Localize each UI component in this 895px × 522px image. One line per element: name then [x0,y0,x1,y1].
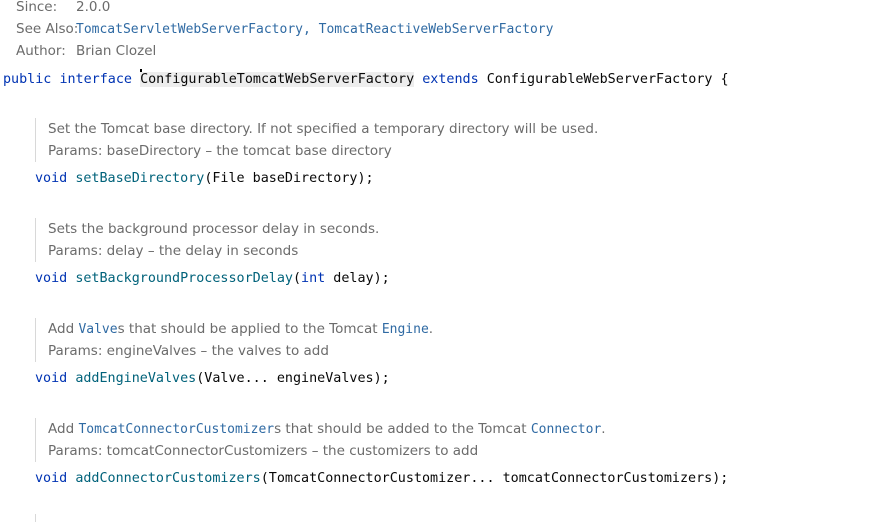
javadoc-add-connector-customizers: Add TomcatConnectorCustomizers that shou… [35,418,606,462]
javadoc-params: Params: delay – the delay in seconds [48,243,299,259]
javadoc-params: Params: tomcatConnectorCustomizers – the… [48,443,479,459]
method-set-base-directory[interactable]: void setBaseDirectory(File baseDirectory… [35,169,374,189]
method-args: (File baseDirectory); [204,171,374,186]
javadoc-link-tomcat-connector-customizer[interactable]: TomcatConnectorCustomizer [78,422,274,437]
author-row: Author: Brian Clozel [16,41,156,61]
method-args-int-keyword: int [301,271,326,286]
javadoc-link-engine[interactable]: Engine [382,322,429,337]
since-row: Since: 2.0.0 [16,0,110,17]
see-also-link-servlet-factory[interactable]: TomcatServletWebServerFactory [76,22,303,37]
javadoc-text: Add [48,421,79,437]
interface-name[interactable]: ConfigurableTomcatWebServerFactory [140,72,415,87]
keyword-public: public [3,72,52,87]
javadoc-add-engine-valves: Add Valves that should be applied to the… [35,318,433,362]
javadoc-link-valve[interactable]: Valve [78,322,117,337]
method-add-connector-customizers[interactable]: void addConnectorCustomizers(TomcatConne… [35,469,728,489]
return-type: void [35,171,68,186]
javadoc-next-partial [35,514,48,522]
parent-interface-name[interactable]: ConfigurableWebServerFactory [487,72,713,87]
javadoc-params: Params: engineValves – the valves to add [48,343,329,359]
method-name[interactable]: setBackgroundProcessorDelay [75,271,293,286]
javadoc-description: Sets the background processor delay in s… [48,221,380,237]
javadoc-description: Set the Tomcat base directory. If not sp… [48,121,599,137]
javadoc-description: Add Valves that should be applied to the… [48,318,433,340]
method-set-background-processor-delay[interactable]: void setBackgroundProcessorDelay(int del… [35,269,390,289]
javadoc-text: . [428,321,434,337]
method-name[interactable]: addConnectorCustomizers [75,471,260,486]
since-value: 2.0.0 [76,0,111,15]
see-also-link-reactive-factory[interactable]: TomcatReactiveWebServerFactory [319,22,554,37]
method-name[interactable]: setBaseDirectory [75,171,204,186]
javadoc-text: s that should be applied to the Tomcat [117,321,382,337]
method-args-rest: delay); [325,271,390,286]
keyword-interface: interface [59,72,132,87]
see-also-row: See Also:TomcatServletWebServerFactory, … [16,19,553,39]
return-type: void [35,371,68,386]
open-brace: { [720,72,729,87]
method-args-open: ( [292,271,302,286]
method-args: (TomcatConnectorCustomizer... tomcatConn… [260,471,729,486]
javadoc-set-background-processor-delay: Sets the background processor delay in s… [35,218,379,262]
method-add-engine-valves[interactable]: void addEngineValves(Valve... engineValv… [35,369,390,389]
interface-declaration[interactable]: public interface ConfigurableTomcatWebSe… [3,69,729,89]
author-value: Brian Clozel [76,43,157,59]
javadoc-set-base-directory: Set the Tomcat base directory. If not sp… [35,118,598,162]
keyword-extends: extends [422,72,479,87]
since-label: Since: [16,0,58,15]
javadoc-text: Add [48,321,79,337]
javadoc-text: s that should be added to the Tomcat [274,421,531,437]
see-also-separator: , [302,22,319,37]
see-also-label: See Also: [16,21,79,37]
author-label: Author: [16,43,66,59]
javadoc-text: . [601,421,606,437]
return-type: void [35,471,68,486]
method-args: (Valve... engineValves); [196,371,390,386]
return-type: void [35,271,68,286]
javadoc-params: Params: baseDirectory – the tomcat base … [48,143,392,159]
javadoc-description: Add TomcatConnectorCustomizers that shou… [48,418,606,440]
method-name[interactable]: addEngineValves [75,371,196,386]
javadoc-link-connector[interactable]: Connector [531,422,601,437]
